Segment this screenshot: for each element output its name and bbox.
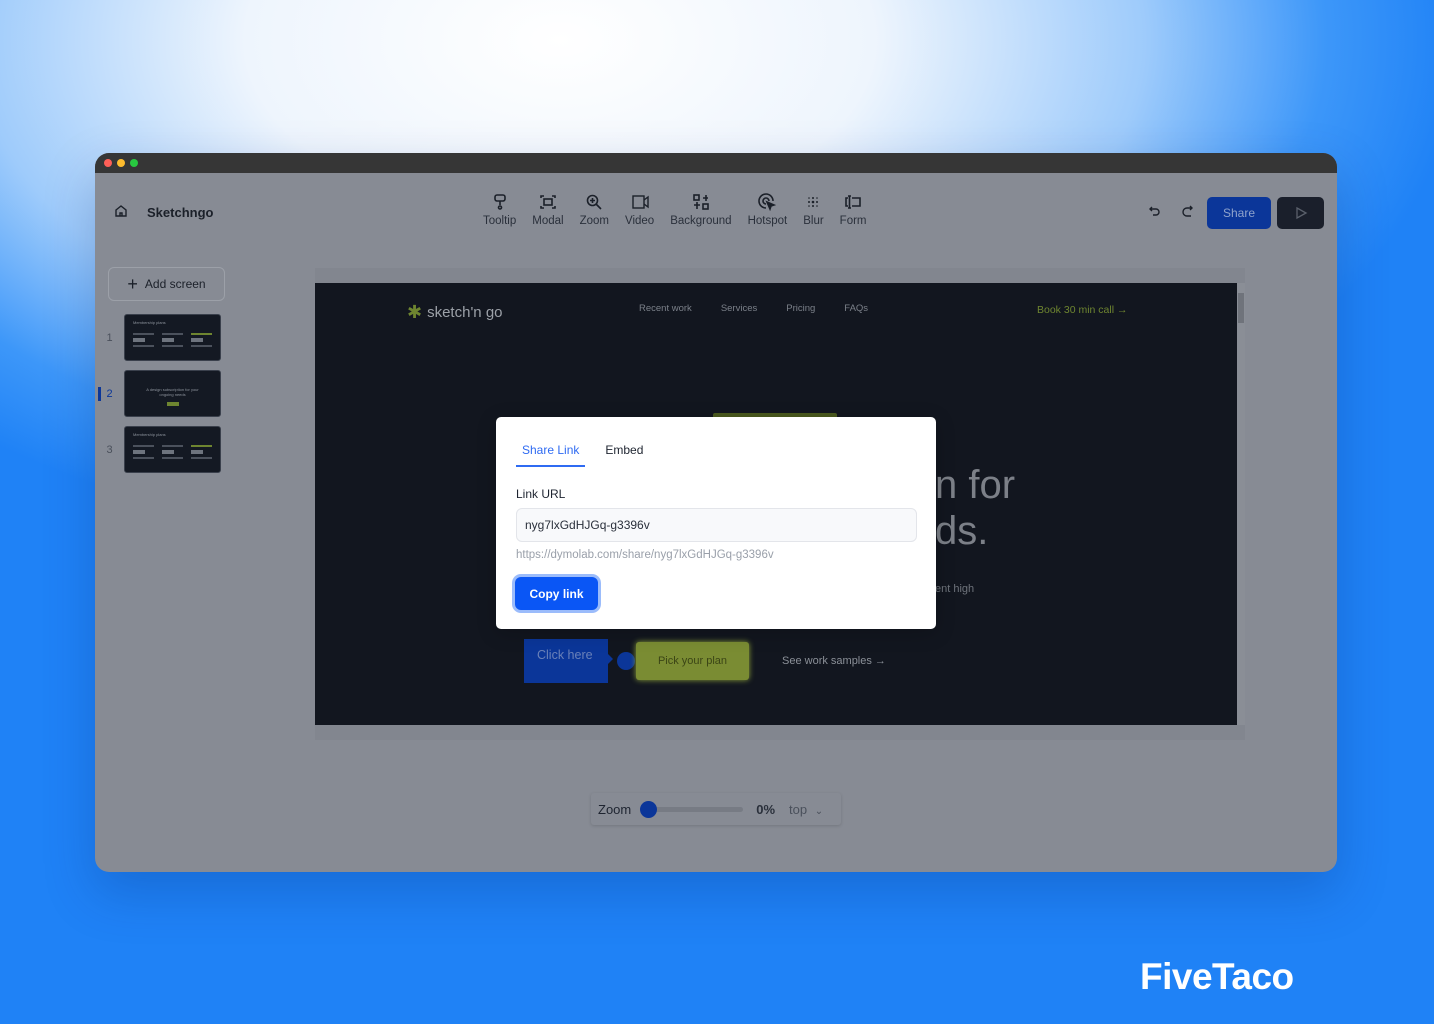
pick-plan-button[interactable]: Pick your plan xyxy=(636,642,749,680)
screen-thumbnail-3[interactable]: 3 Membership plans xyxy=(95,426,225,473)
video-icon xyxy=(631,195,649,209)
toolbar: Tooltip Modal Zoom Video Background Hots… xyxy=(475,193,875,227)
asterisk-logo-icon: ✱ xyxy=(407,302,423,322)
blur-icon xyxy=(808,197,819,207)
tool-hotspot[interactable]: Hotspot xyxy=(740,193,796,227)
tool-tooltip[interactable]: Tooltip xyxy=(475,193,524,227)
tool-blur[interactable]: Blur xyxy=(795,193,831,227)
copy-link-button[interactable]: Copy link xyxy=(515,577,598,610)
see-work-samples-link[interactable]: See work samples → xyxy=(782,655,886,667)
zoom-icon xyxy=(586,194,602,210)
tool-background[interactable]: Background xyxy=(662,193,739,227)
site-logo: ✱ sketch'n go xyxy=(407,302,503,322)
plus-icon: + xyxy=(127,274,138,294)
zoom-slider[interactable] xyxy=(640,800,744,818)
undo-icon[interactable] xyxy=(1147,203,1163,219)
redo-icon[interactable] xyxy=(1179,203,1195,219)
hero-heading-line2: ds. xyxy=(935,509,989,553)
tooltip-icon xyxy=(493,194,506,210)
preview-button[interactable] xyxy=(1277,197,1324,229)
tooltip-hotspot[interactable]: Click here xyxy=(524,639,613,683)
tool-video[interactable]: Video xyxy=(617,193,662,227)
modal-icon xyxy=(540,195,556,209)
add-screen-button[interactable]: + Add screen xyxy=(108,267,225,301)
form-icon xyxy=(845,195,861,209)
canvas-scrollbar[interactable] xyxy=(1237,283,1245,725)
full-share-url: https://dymolab.com/share/nyg7lxGdHJGq-g… xyxy=(516,549,774,561)
project-name: Sketchngo xyxy=(147,205,214,220)
nav-services[interactable]: Services xyxy=(721,303,757,314)
modal-tabs: Share Link Embed xyxy=(516,443,649,467)
home-icon[interactable] xyxy=(113,203,129,219)
nav-pricing[interactable]: Pricing xyxy=(786,303,815,314)
close-window-button[interactable] xyxy=(104,159,112,167)
fivetaco-logo: FiveTaco xyxy=(1140,956,1294,997)
book-call-link[interactable]: Book 30 min call → xyxy=(1037,304,1127,316)
hero-subtext: ent high xyxy=(935,583,975,595)
tab-share-link[interactable]: Share Link xyxy=(516,443,586,467)
background-icon xyxy=(693,194,709,210)
link-url-input[interactable] xyxy=(516,508,917,542)
screen-thumbnail-2[interactable]: 2 A design subscription for your ongoing… xyxy=(95,370,225,417)
screen-thumbnail-1[interactable]: 1 Membership plans xyxy=(95,314,225,361)
chevron-down-icon: ⌄ xyxy=(814,805,824,817)
link-url-label: Link URL xyxy=(516,487,566,501)
nav-recent-work[interactable]: Recent work xyxy=(639,303,692,314)
maximize-window-button[interactable] xyxy=(130,159,138,167)
share-button[interactable]: Share xyxy=(1207,197,1271,229)
tool-form[interactable]: Form xyxy=(832,193,875,227)
site-nav: Recent work Services Pricing FAQs xyxy=(639,303,868,314)
hotspot-icon xyxy=(758,193,777,211)
tool-zoom[interactable]: Zoom xyxy=(572,193,617,227)
zoom-control: Zoom 0% top ⌄ xyxy=(591,793,841,825)
play-icon xyxy=(1295,206,1307,220)
hotspot-marker[interactable] xyxy=(617,652,635,670)
tool-modal[interactable]: Modal xyxy=(524,193,571,227)
title-bar xyxy=(95,153,1337,173)
hero-heading-line1: n for xyxy=(935,463,1016,507)
zoom-slider-knob[interactable] xyxy=(640,800,658,818)
minimize-window-button[interactable] xyxy=(117,159,125,167)
share-modal: Share Link Embed Link URL https://dymola… xyxy=(496,417,936,629)
zoom-position-select[interactable]: top ⌄ xyxy=(789,802,823,817)
tab-embed[interactable]: Embed xyxy=(599,443,649,467)
nav-faqs[interactable]: FAQs xyxy=(844,303,868,314)
